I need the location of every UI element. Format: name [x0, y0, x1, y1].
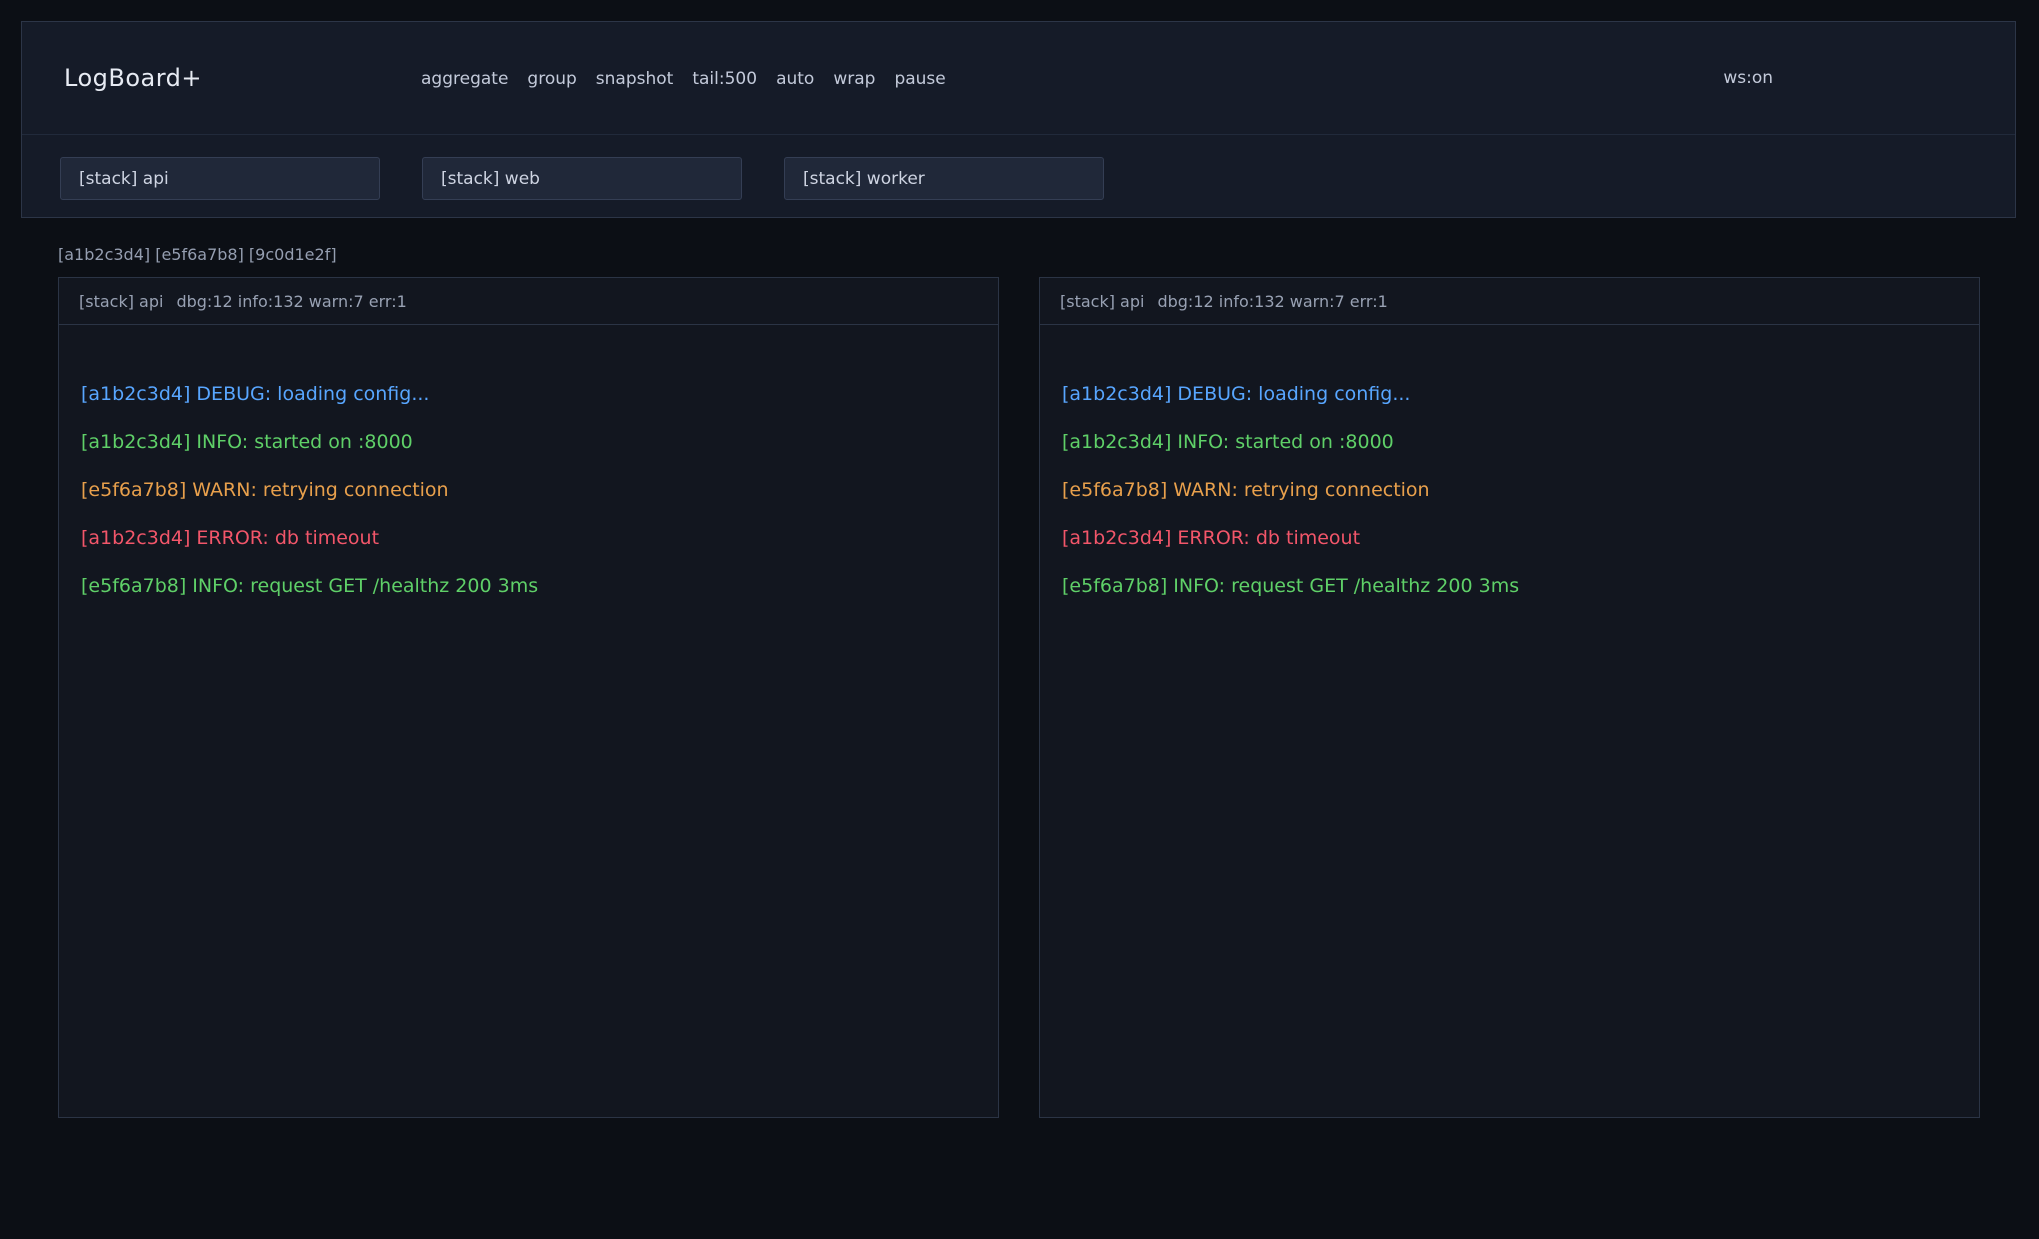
- topbar: LogBoard+ aggregate group snapshot tail:…: [22, 22, 2015, 135]
- log-panels: [stack] api dbg:12 info:132 warn:7 err:1…: [58, 277, 1980, 1118]
- log-line: [e5f6a7b8] INFO: request GET /healthz 20…: [81, 562, 976, 610]
- log-line: [a1b2c3d4] DEBUG: loading config...: [81, 370, 976, 418]
- header: LogBoard+ aggregate group snapshot tail:…: [21, 21, 2016, 218]
- stack-tab-api[interactable]: [stack] api: [60, 157, 380, 200]
- ws-status-badge: ws:on: [1723, 68, 1773, 88]
- log-line: [e5f6a7b8] INFO: request GET /healthz 20…: [1062, 562, 1957, 610]
- toolbar-item-snapshot[interactable]: snapshot: [596, 69, 674, 89]
- stack-filter-row: [stack] api [stack] web [stack] worker: [60, 157, 1104, 200]
- stack-tab-web[interactable]: [stack] web: [422, 157, 742, 200]
- toolbar-item-group[interactable]: group: [527, 69, 576, 89]
- session-ids: [a1b2c3d4] [e5f6a7b8] [9c0d1e2f]: [58, 245, 337, 264]
- toolbar-item-wrap[interactable]: wrap: [833, 69, 875, 89]
- toolbar-item-pause[interactable]: pause: [894, 69, 945, 89]
- stack-tab-worker[interactable]: [stack] worker: [784, 157, 1104, 200]
- log-line: [a1b2c3d4] ERROR: db timeout: [1062, 514, 1957, 562]
- toolbar-item-tail[interactable]: tail:500: [692, 69, 757, 89]
- log-line: [a1b2c3d4] ERROR: db timeout: [81, 514, 976, 562]
- panel-title: [stack] api: [1060, 292, 1144, 311]
- log-line: [a1b2c3d4] INFO: started on :8000: [81, 418, 976, 466]
- toolbar: aggregate group snapshot tail:500 auto w…: [421, 22, 946, 135]
- panel-header: [stack] api dbg:12 info:132 warn:7 err:1: [59, 278, 998, 325]
- toolbar-item-aggregate[interactable]: aggregate: [421, 69, 508, 89]
- log-body[interactable]: [a1b2c3d4] DEBUG: loading config... [a1b…: [1040, 325, 1979, 1117]
- log-panel-right: [stack] api dbg:12 info:132 warn:7 err:1…: [1039, 277, 1980, 1118]
- log-body[interactable]: [a1b2c3d4] DEBUG: loading config... [a1b…: [59, 325, 998, 1117]
- log-line: [a1b2c3d4] DEBUG: loading config...: [1062, 370, 1957, 418]
- panel-stats: dbg:12 info:132 warn:7 err:1: [176, 292, 406, 311]
- log-line: [e5f6a7b8] WARN: retrying connection: [81, 466, 976, 514]
- log-panel-left: [stack] api dbg:12 info:132 warn:7 err:1…: [58, 277, 999, 1118]
- log-line: [a1b2c3d4] INFO: started on :8000: [1062, 418, 1957, 466]
- log-line: [e5f6a7b8] WARN: retrying connection: [1062, 466, 1957, 514]
- panel-stats: dbg:12 info:132 warn:7 err:1: [1157, 292, 1387, 311]
- panel-title: [stack] api: [79, 292, 163, 311]
- toolbar-item-auto[interactable]: auto: [776, 69, 814, 89]
- app-title: LogBoard+: [64, 64, 202, 92]
- panel-header: [stack] api dbg:12 info:132 warn:7 err:1: [1040, 278, 1979, 325]
